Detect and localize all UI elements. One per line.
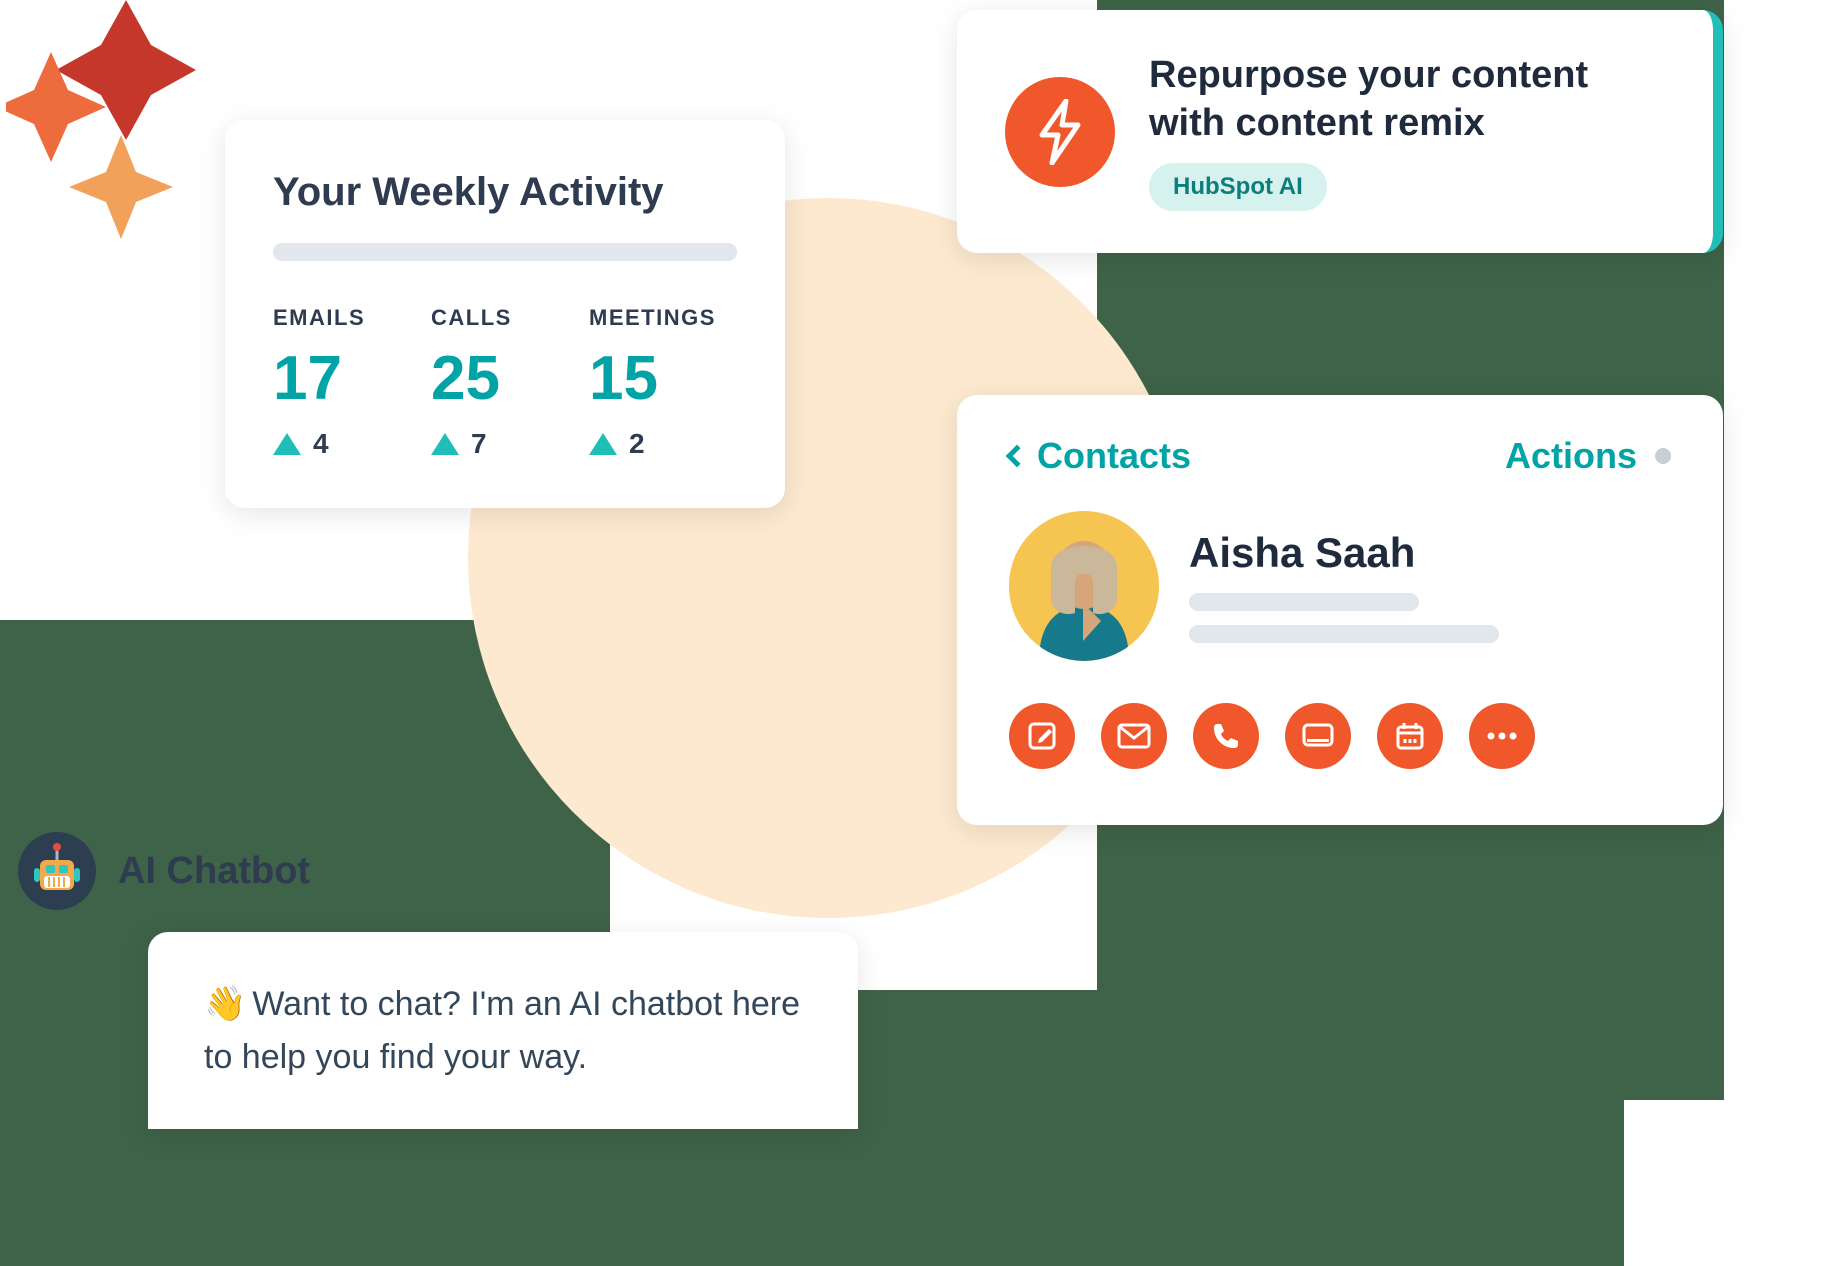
contact-name: Aisha Saah <box>1189 529 1499 577</box>
metric-delta: 7 <box>431 428 579 460</box>
screen-icon <box>1301 722 1335 750</box>
more-icon <box>1485 731 1519 741</box>
metric-calls: CALLS 25 7 <box>431 305 579 460</box>
chatbot-header: AI Chatbot <box>18 832 310 910</box>
metric-value: 15 <box>589 343 737 414</box>
mail-icon <box>1117 723 1151 749</box>
placeholder-line <box>1189 593 1419 611</box>
up-arrow-icon <box>431 433 459 455</box>
metric-delta: 2 <box>589 428 737 460</box>
screen-button[interactable] <box>1285 703 1351 769</box>
remix-title: Repurpose your content with content remi… <box>1149 52 1665 147</box>
dot-icon <box>1655 448 1671 464</box>
metric-label: EMAILS <box>273 305 421 331</box>
edit-button[interactable] <box>1009 703 1075 769</box>
contacts-back-label: Contacts <box>1037 435 1191 477</box>
robot-icon <box>18 832 96 910</box>
avatar <box>1009 511 1159 661</box>
calendar-button[interactable] <box>1377 703 1443 769</box>
metric-value: 17 <box>273 343 421 414</box>
placeholder-line <box>1189 625 1499 643</box>
hubspot-ai-badge: HubSpot AI <box>1149 163 1327 211</box>
placeholder-bar <box>273 243 737 261</box>
chatbot-message: 👋Want to chat? I'm an AI chatbot here to… <box>204 978 802 1083</box>
contact-card: Contacts Actions Aisha Saah <box>957 395 1723 825</box>
chevron-left-icon <box>1006 445 1029 468</box>
contacts-actions-link[interactable]: Actions <box>1505 435 1671 477</box>
mail-button[interactable] <box>1101 703 1167 769</box>
phone-icon <box>1211 721 1241 751</box>
contacts-back-link[interactable]: Contacts <box>1009 435 1191 477</box>
wave-icon: 👋 <box>204 985 246 1023</box>
edit-icon <box>1027 721 1057 751</box>
more-button[interactable] <box>1469 703 1535 769</box>
chatbot-message-card: 👋Want to chat? I'm an AI chatbot here to… <box>148 932 858 1129</box>
weekly-activity-card: Your Weekly Activity EMAILS 17 4 CALLS 2… <box>225 120 785 508</box>
content-remix-card[interactable]: Repurpose your content with content remi… <box>957 10 1723 253</box>
metric-label: MEETINGS <box>589 305 737 331</box>
metric-meetings: MEETINGS 15 2 <box>589 305 737 460</box>
up-arrow-icon <box>589 433 617 455</box>
metric-value: 25 <box>431 343 579 414</box>
actions-label: Actions <box>1505 435 1637 477</box>
chatbot-title: AI Chatbot <box>118 850 310 893</box>
phone-button[interactable] <box>1193 703 1259 769</box>
up-arrow-icon <box>273 433 301 455</box>
metric-delta: 4 <box>273 428 421 460</box>
lightning-icon <box>1005 77 1115 187</box>
metric-label: CALLS <box>431 305 579 331</box>
sparkle-icon <box>6 0 226 240</box>
calendar-icon <box>1395 721 1425 751</box>
weekly-title: Your Weekly Activity <box>273 170 737 215</box>
metric-emails: EMAILS 17 4 <box>273 305 421 460</box>
